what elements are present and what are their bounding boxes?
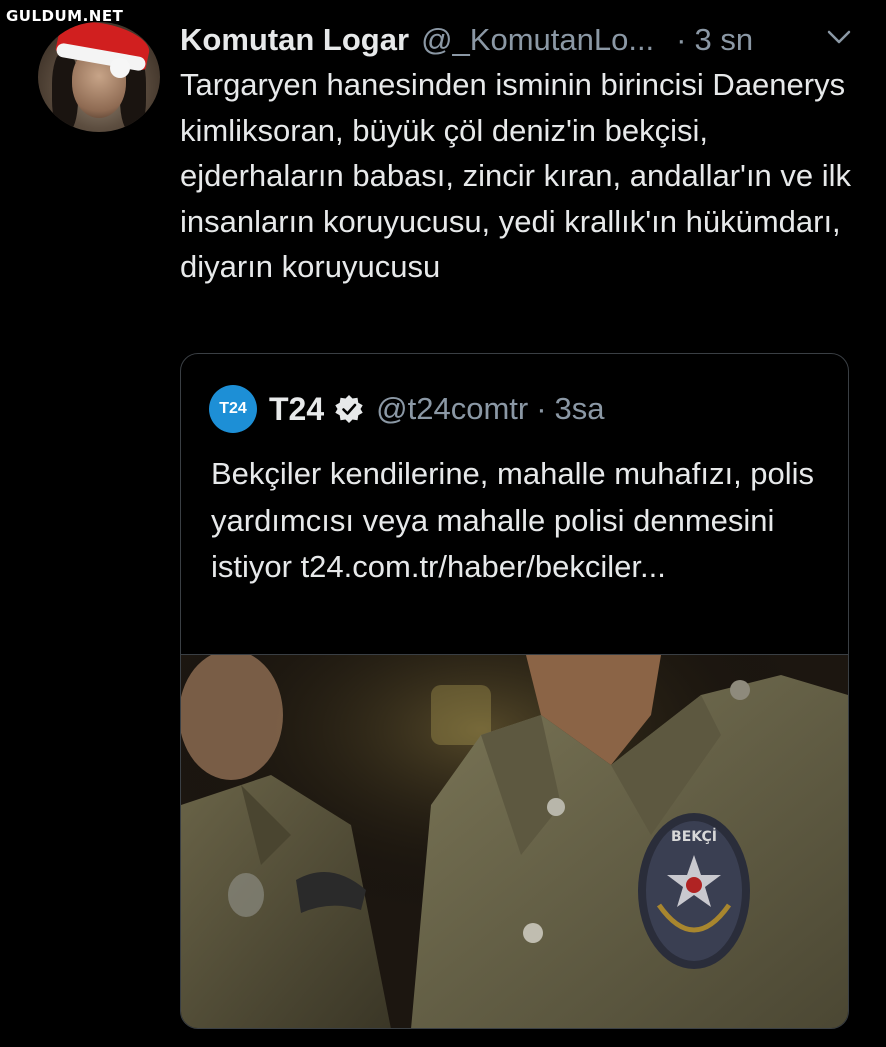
- t24-avatar[interactable]: T24: [209, 385, 257, 433]
- quoted-tweet-text: Bekçiler kendilerine, mahalle muhafızı, …: [211, 456, 815, 584]
- quoted-author-handle[interactable]: @t24comtr: [376, 391, 528, 427]
- bekci-badge: BEKÇİ: [638, 813, 750, 969]
- t24-logo-text: T24: [219, 400, 247, 417]
- quoted-author-name[interactable]: T24: [269, 391, 324, 428]
- tweet-header: Komutan Logar @_KomutanLo... · 3 sn: [180, 20, 860, 60]
- chevron-down-icon[interactable]: [826, 28, 852, 46]
- verified-badge-icon: [335, 395, 363, 423]
- badge-label: BEKÇİ: [671, 828, 717, 845]
- author-name[interactable]: Komutan Logar: [180, 22, 409, 58]
- santa-hat-pom: [110, 58, 130, 78]
- watchmen-photo: BEKÇİ: [181, 655, 848, 1028]
- author-avatar[interactable]: [38, 22, 160, 132]
- tweet-text: Targaryen hanesinden isminin birincisi D…: [180, 67, 852, 284]
- header-separator: ·: [676, 22, 687, 57]
- quoted-tweet[interactable]: T24 T24 @t24comtr · 3sa Bekçiler kendile…: [180, 353, 849, 1029]
- quoted-tweet-header: T24 T24 @t24comtr · 3sa: [209, 385, 605, 433]
- quoted-timestamp[interactable]: 3sa: [555, 391, 605, 427]
- quoted-tweet-image[interactable]: BEKÇİ: [181, 654, 848, 1028]
- tweet-timestamp[interactable]: 3 sn: [695, 22, 754, 58]
- quoted-header-separator: ·: [536, 391, 547, 426]
- author-handle[interactable]: @_KomutanLo...: [421, 22, 654, 58]
